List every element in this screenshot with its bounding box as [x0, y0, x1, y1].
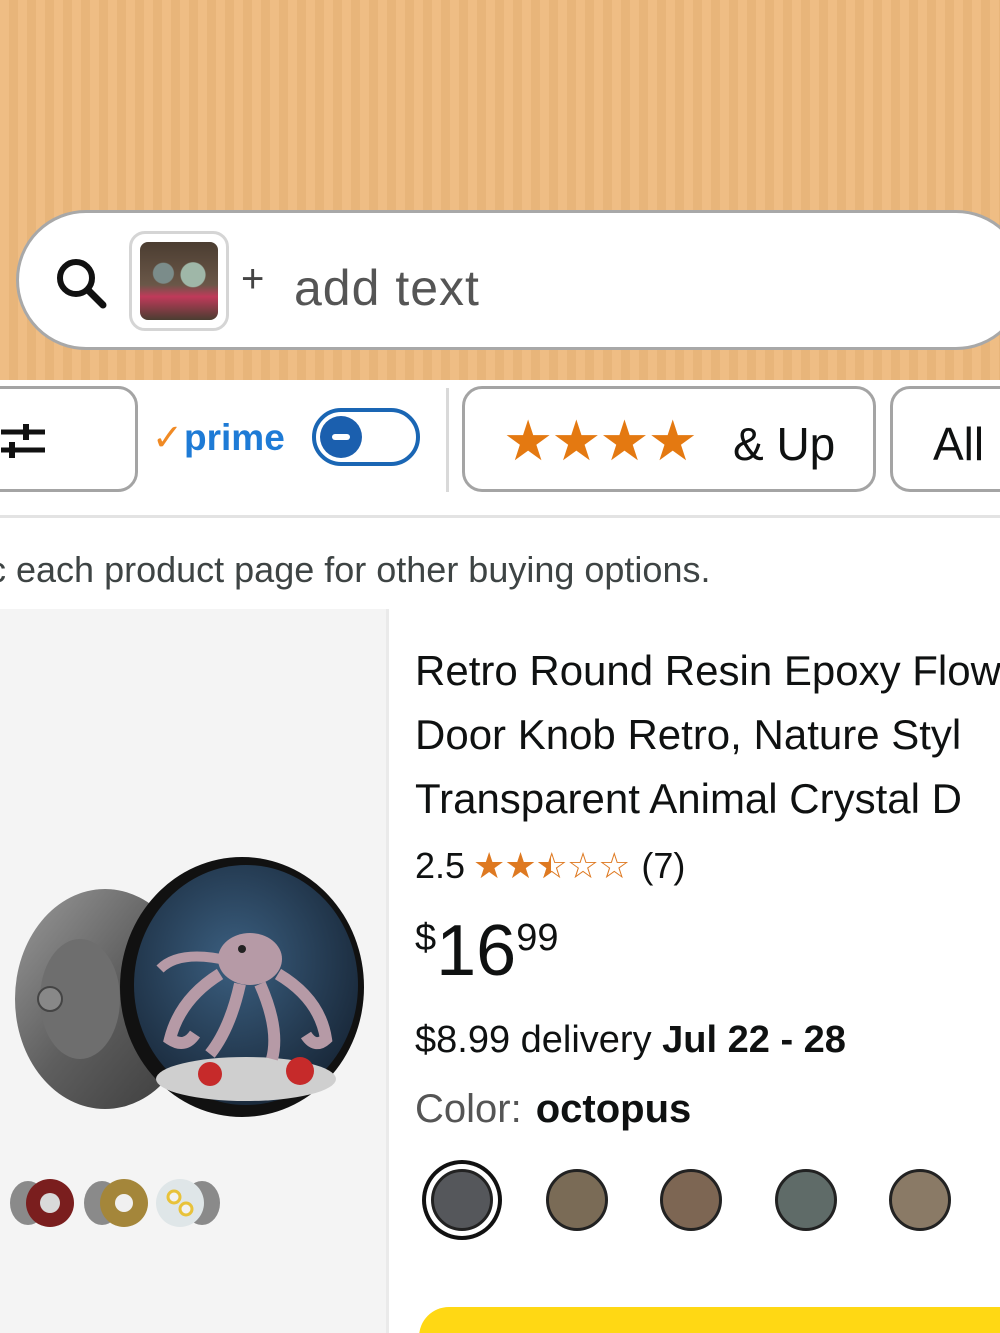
toggle-knob	[320, 416, 362, 458]
rating-star-half-icon: ☆★	[535, 845, 568, 886]
sliders-icon	[1, 424, 45, 458]
search-image-preview	[140, 242, 218, 320]
product-title-line-2[interactable]: Door Knob Retro, Nature Styl	[415, 711, 961, 759]
rating-filter-chip[interactable]: ★★★★ & Up	[462, 386, 876, 492]
product-title-line-1[interactable]: Retro Round Resin Epoxy Flow	[415, 647, 1000, 695]
delivery-cost: $8.99 delivery	[415, 1019, 652, 1061]
filter-bar: ✓prime ★★★★ & Up All	[0, 380, 1000, 518]
review-count[interactable]: (7)	[641, 845, 685, 887]
color-label: Color:	[415, 1087, 522, 1131]
search-bar[interactable]: + add text	[16, 210, 1000, 350]
buying-options-notice: c each product page for other buying opt…	[0, 549, 711, 590]
rating-filter-label: & Up	[733, 418, 836, 470]
product-details: Retro Round Resin Epoxy Flow Door Knob R…	[389, 609, 1000, 1333]
product-image[interactable]	[10, 849, 370, 1129]
prime-toggle[interactable]	[312, 408, 420, 466]
search-icon[interactable]	[53, 255, 109, 311]
color-swatch-3[interactable]	[660, 1169, 722, 1231]
app-header: + add text	[0, 0, 1000, 380]
color-swatch-1[interactable]	[431, 1169, 493, 1231]
variant-thumbnail-1[interactable]	[6, 1175, 78, 1231]
add-text-prompt[interactable]: add text	[294, 259, 480, 317]
product-image-pane[interactable]	[0, 609, 386, 1333]
filters-button[interactable]	[0, 386, 138, 492]
add-to-cart-button[interactable]	[419, 1307, 1000, 1333]
prime-label: prime	[184, 417, 285, 458]
delivery-date: Jul 22 - 28	[662, 1019, 846, 1061]
four-stars-icon: ★★★★	[503, 409, 698, 472]
delivery-info: $8.99 delivery Jul 22 - 28	[415, 1019, 846, 1062]
rating-stars-empty-icon: ☆☆	[566, 845, 631, 886]
plus-icon: +	[241, 257, 265, 301]
variant-thumbnail-2[interactable]	[80, 1175, 152, 1231]
color-swatch-4[interactable]	[775, 1169, 837, 1231]
rating-stars-full-icon: ★★	[473, 845, 537, 886]
color-value: octopus	[535, 1087, 692, 1131]
color-row: Color: octopus	[415, 1087, 691, 1132]
rating-value: 2.5	[415, 845, 466, 886]
image-search-thumbnail[interactable]	[129, 231, 229, 331]
all-filter-chip[interactable]: All	[890, 386, 1000, 492]
price-symbol: $	[415, 917, 437, 959]
color-swatch-5[interactable]	[889, 1169, 951, 1231]
prime-logo: ✓prime	[152, 416, 285, 459]
price-fraction: 99	[516, 917, 559, 959]
rating-row[interactable]: 2.5 ★★ ☆★ ☆☆ (7)	[415, 845, 685, 887]
product-price: $1699	[415, 911, 559, 991]
product-title-line-3[interactable]: Transparent Animal Crystal D	[415, 775, 962, 823]
prime-check-icon: ✓	[152, 417, 184, 458]
notice-row: c each product page for other buying opt…	[0, 521, 1000, 609]
variant-thumbnail-3[interactable]	[152, 1175, 224, 1231]
price-whole: 16	[436, 911, 517, 991]
color-swatch-2[interactable]	[546, 1169, 608, 1231]
all-filter-label: All	[933, 418, 985, 470]
filter-divider	[446, 388, 449, 492]
